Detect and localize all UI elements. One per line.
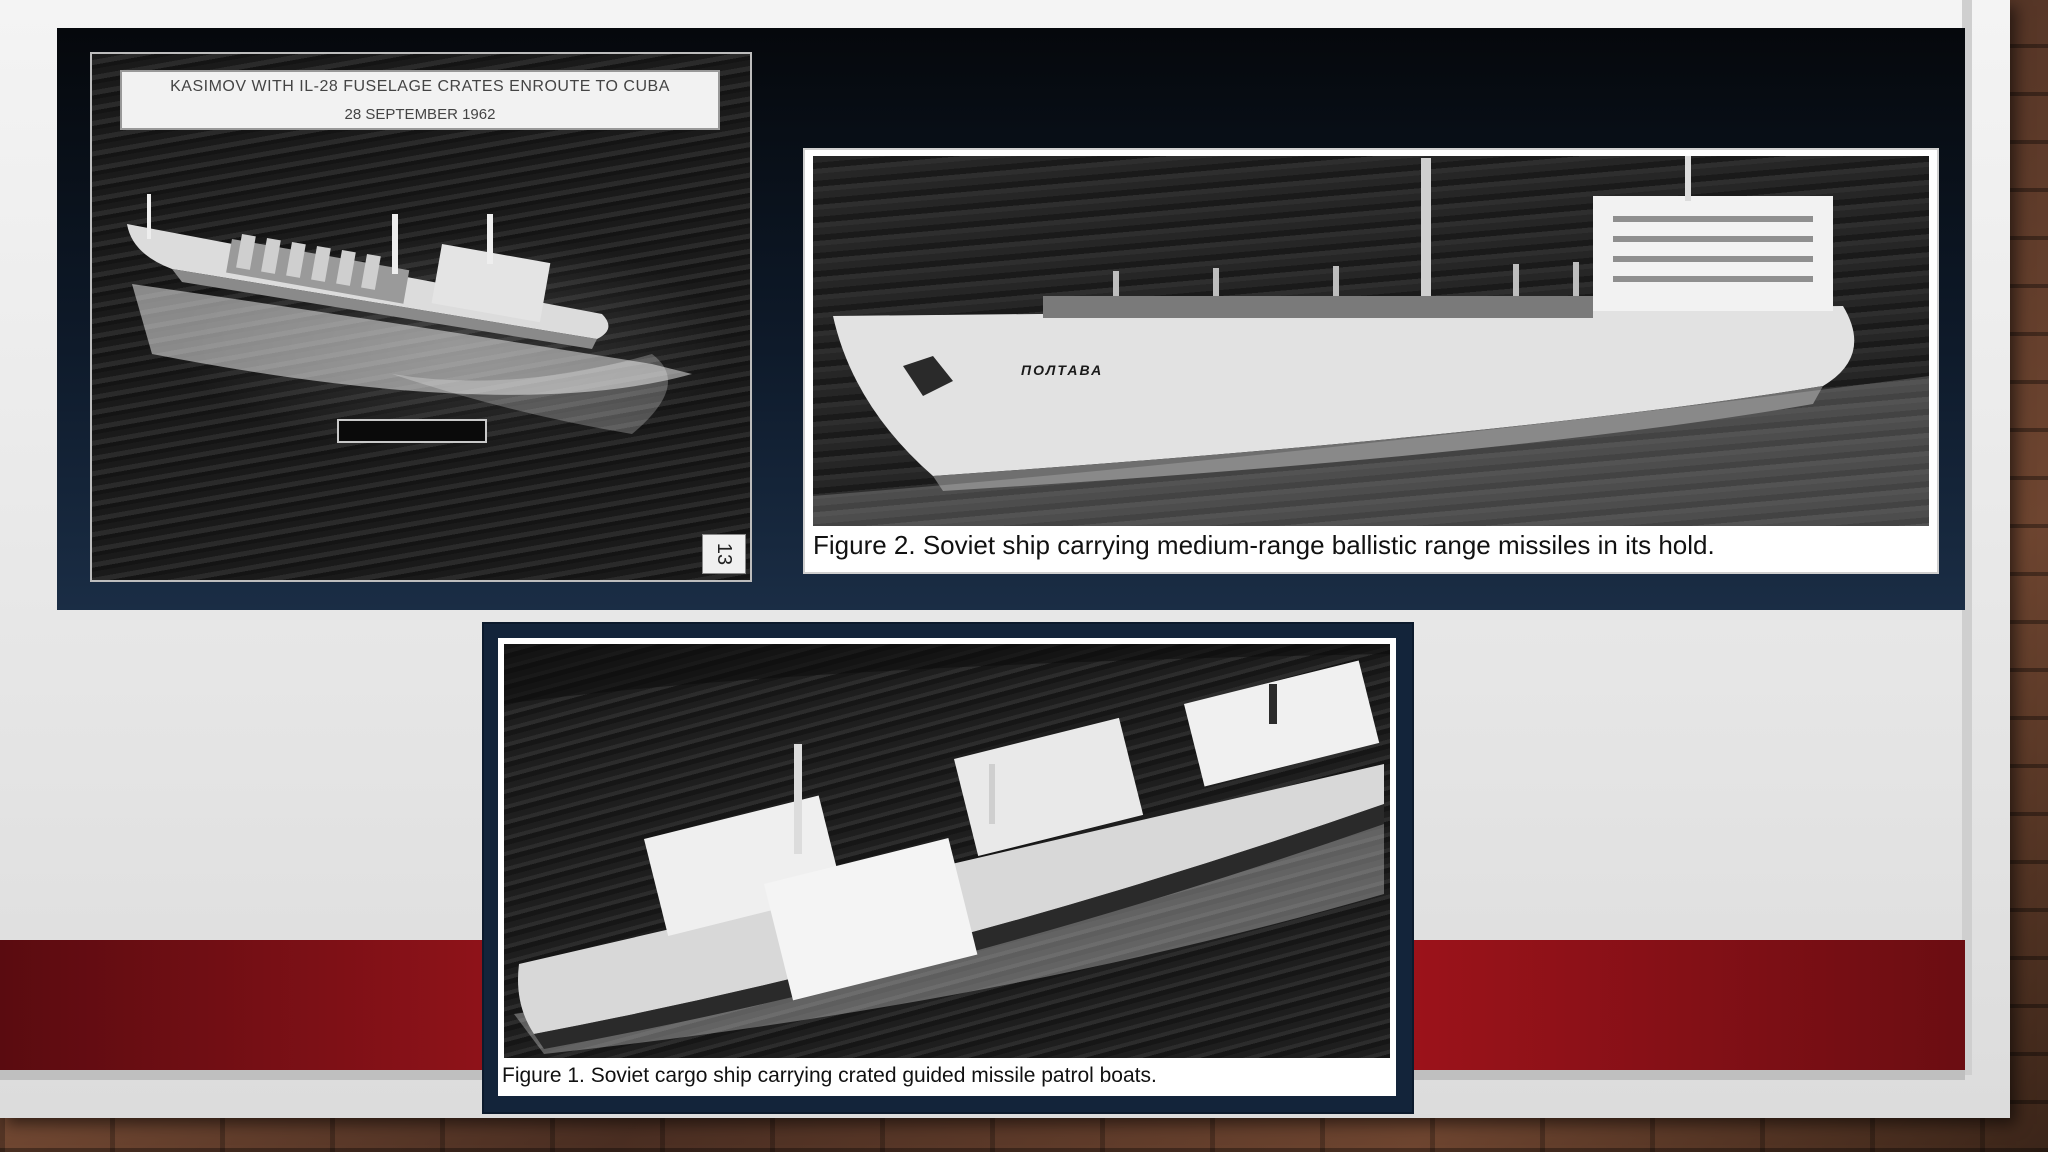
poltava-ship-illustration	[813, 156, 1929, 526]
figure-1-inner: Figure 1. Soviet cargo ship carrying cra…	[498, 638, 1396, 1096]
poltava-photo: ПОЛТАВА	[813, 156, 1929, 526]
figure-1-caption: Figure 1. Soviet cargo ship carrying cra…	[502, 1064, 1157, 1087]
kasimov-photo: KASIMOV WITH IL-28 FUSELAGE CRATES ENROU…	[90, 52, 752, 582]
slide: KASIMOV WITH IL-28 FUSELAGE CRATES ENROU…	[0, 0, 2010, 1118]
figure-2-caption: Figure 2. Soviet ship carrying medium-ra…	[813, 530, 1715, 560]
frame-number: 13	[702, 534, 746, 574]
poltava-hull-name: ПОЛТАВА	[1021, 362, 1104, 378]
kasimov-caption-line2: 28 SEPTEMBER 1962	[344, 106, 496, 123]
redaction-bar	[337, 419, 487, 443]
kasimov-caption-line1: KASIMOV WITH IL-28 FUSELAGE CRATES ENROU…	[170, 78, 670, 95]
cargo-ship-photo	[504, 644, 1390, 1058]
kasimov-ship-illustration	[127, 194, 692, 434]
figure-1: Figure 1. Soviet cargo ship carrying cra…	[482, 622, 1414, 1114]
cargo-ship-illustration	[504, 644, 1390, 1054]
kasimov-caption-card: KASIMOV WITH IL-28 FUSELAGE CRATES ENROU…	[120, 70, 720, 130]
figure-2: ПОЛТАВА Figure 2. Soviet ship carrying m…	[803, 148, 1939, 574]
